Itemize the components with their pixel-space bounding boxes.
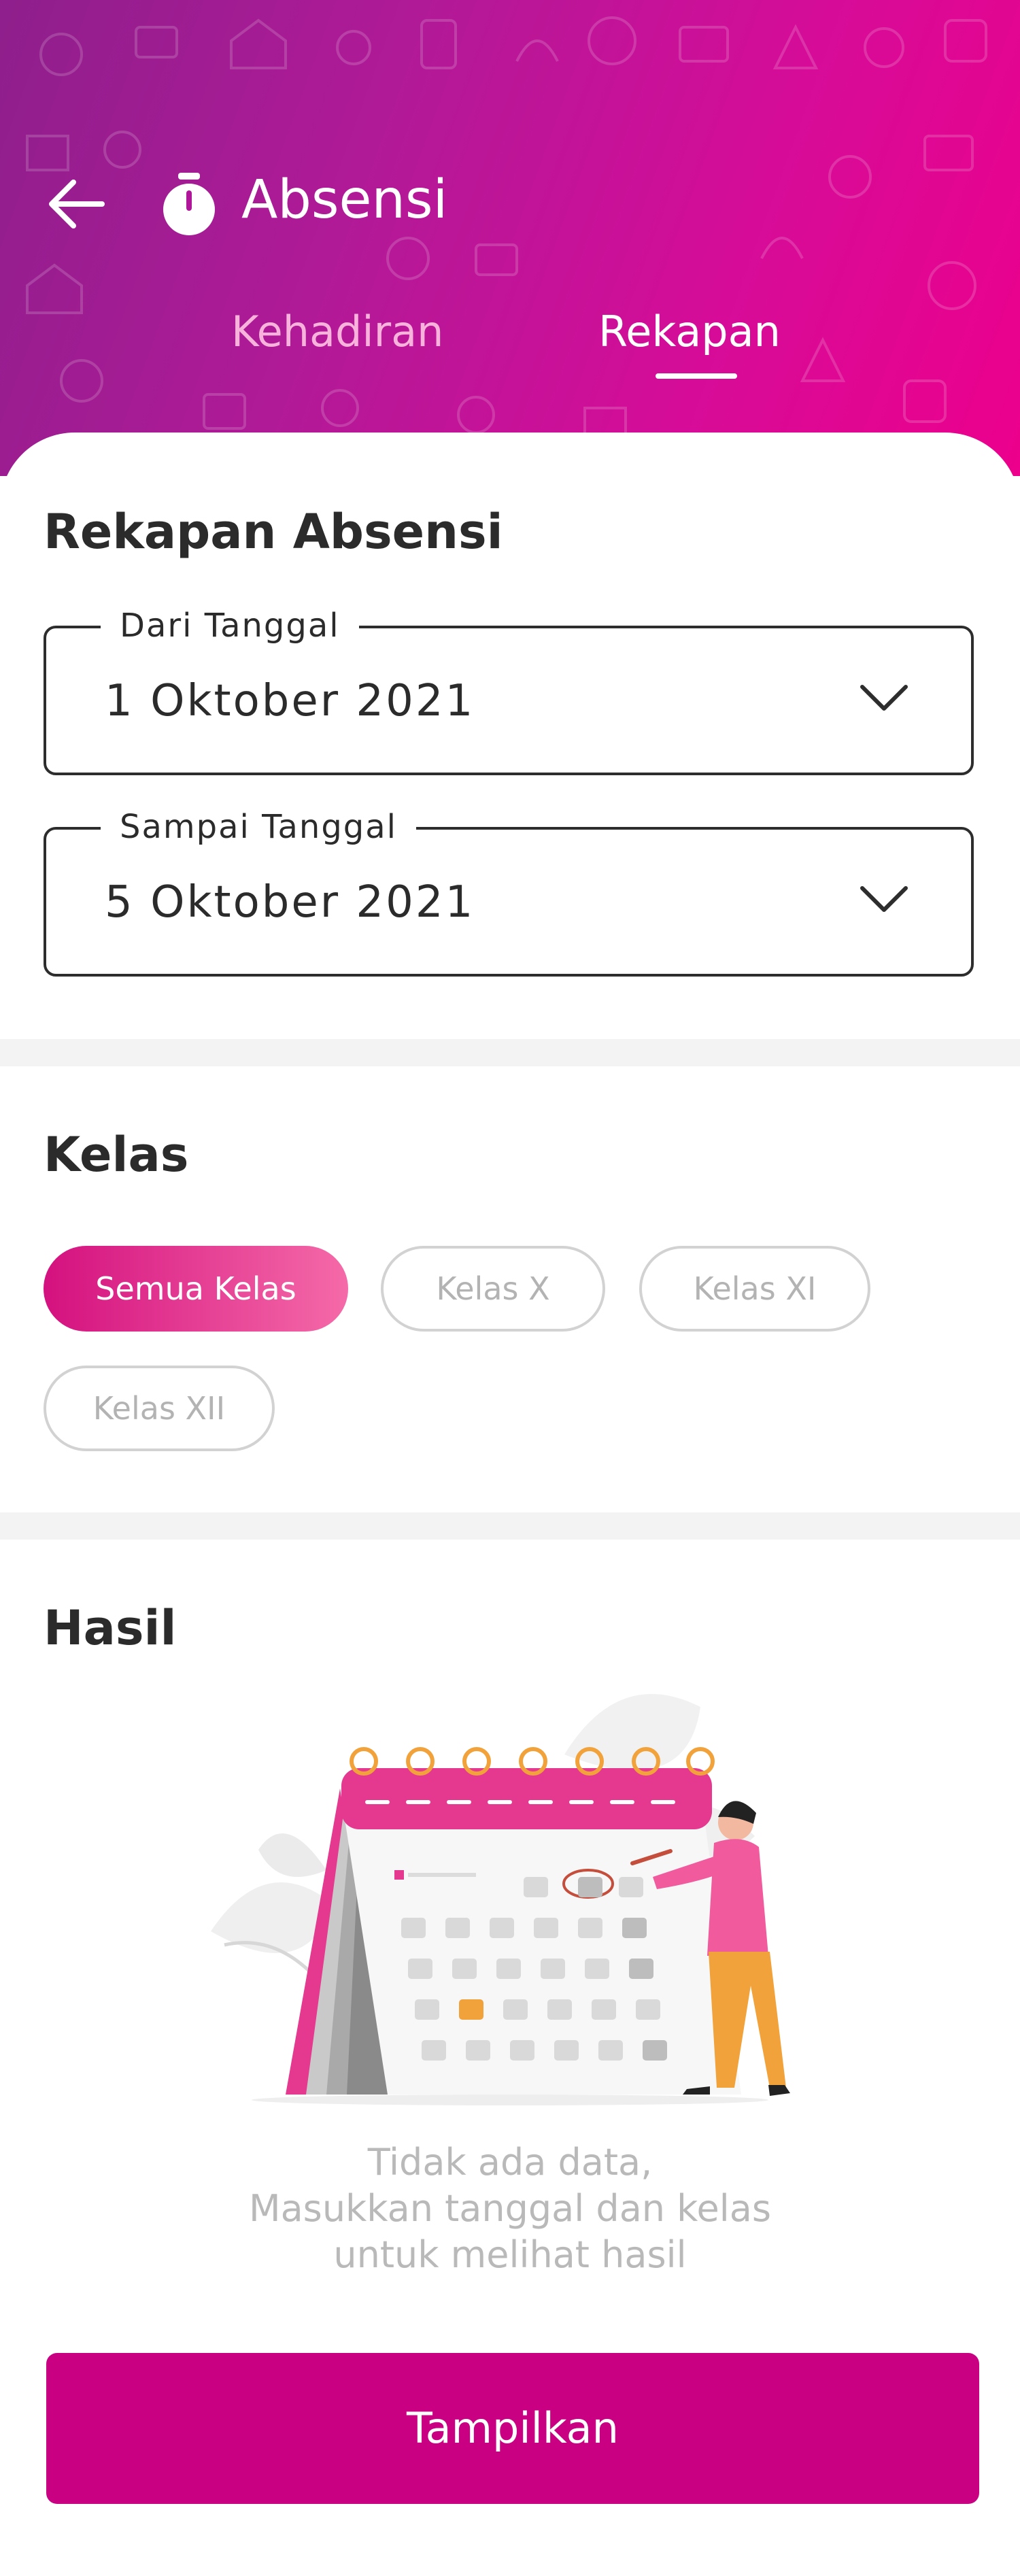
calendar-illustration	[211, 1694, 790, 2105]
chevron-down-icon	[860, 685, 908, 711]
chip-kelas-xi[interactable]: Kelas XI	[639, 1246, 870, 1332]
rekapan-section-title: Rekapan Absensi	[44, 504, 503, 560]
from-date-dropdown[interactable]: Dari Tanggal 1 Oktober 2021	[44, 605, 974, 775]
app-header: Absensi Kehadiran Rekapan	[0, 0, 1020, 476]
to-date-label: Sampai Tanggal	[101, 807, 417, 847]
tab-kehadiran[interactable]: Kehadiran	[231, 299, 443, 365]
kelas-section-title: Kelas	[44, 1127, 189, 1183]
tab-rekapan[interactable]: Rekapan	[598, 299, 781, 365]
chip-semua-kelas[interactable]: Semua Kelas	[44, 1246, 348, 1332]
from-date-value: 1 Oktober 2021	[105, 676, 475, 726]
empty-state-line-2: Masukkan tanggal dan kelas	[249, 2187, 771, 2230]
to-date-value: 5 Oktober 2021	[105, 877, 475, 928]
hasil-section-title: Hasil	[44, 1600, 177, 1656]
chip-kelas-x[interactable]: Kelas X	[381, 1246, 605, 1332]
tampilkan-button[interactable]: Tampilkan	[46, 2353, 979, 2504]
section-divider	[0, 1039, 1020, 1066]
back-arrow-icon[interactable]	[39, 170, 114, 238]
page-title: Absensi	[241, 169, 448, 231]
chevron-down-icon	[860, 886, 908, 912]
stopwatch-icon	[163, 173, 215, 235]
chip-kelas-xii[interactable]: Kelas XII	[44, 1366, 275, 1451]
to-date-dropdown[interactable]: Sampai Tanggal 5 Oktober 2021	[44, 807, 974, 977]
from-date-label: Dari Tanggal	[101, 605, 359, 646]
doodle-pattern	[26, 16, 987, 443]
section-divider	[0, 1512, 1020, 1540]
active-tab-indicator	[656, 373, 737, 379]
empty-state-line-3: untuk melihat hasil	[333, 2233, 687, 2276]
empty-state-line-1: Tidak ada data,	[367, 2141, 653, 2184]
